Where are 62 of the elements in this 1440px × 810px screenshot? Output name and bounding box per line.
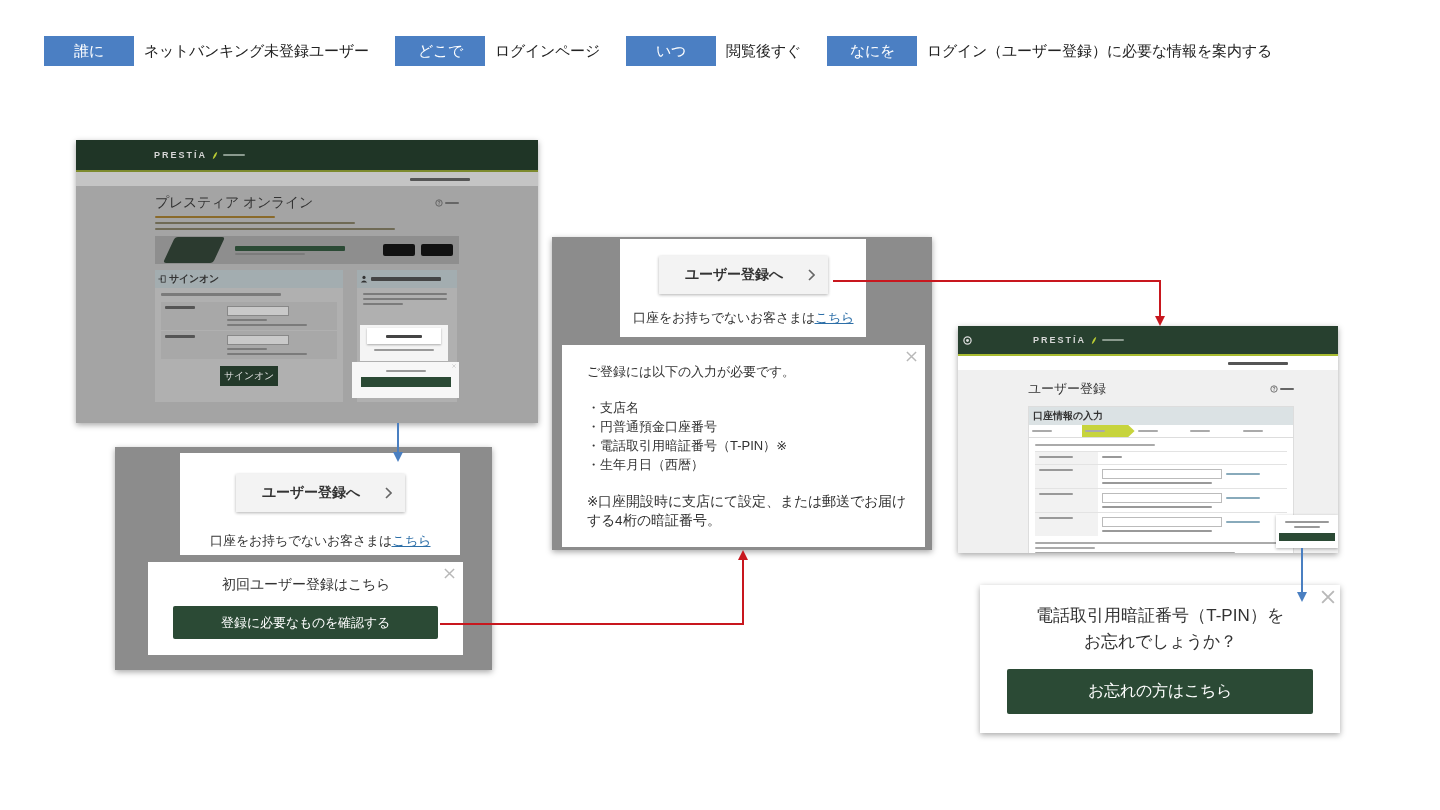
connector-arrow: [393, 422, 403, 462]
help-icon: [435, 199, 443, 207]
door-arrow-icon: [158, 275, 166, 283]
close-icon: [444, 568, 455, 579]
chevron-icon: [384, 487, 392, 499]
list-item: ・円普通預金口座番号: [587, 418, 718, 435]
circle-icon: [963, 335, 972, 345]
input-field[interactable]: [1102, 493, 1222, 503]
register-button[interactable]: ユーザー登録へ: [658, 256, 828, 294]
confirm-button[interactable]: 登録に必要なものを確認する: [173, 606, 438, 639]
popup-text: ご登録には以下の入力が必要です。: [587, 363, 796, 381]
input-field[interactable]: [1102, 469, 1222, 479]
store-badge[interactable]: [421, 244, 453, 256]
tag-text: ログイン（ユーザー登録）に必要な情報を案内する: [927, 41, 1272, 61]
no-account-text: 口座をお持ちでないお客さまはこちら: [632, 309, 854, 327]
panel-heading-text: サインオン: [169, 272, 219, 286]
forgot-button[interactable]: [1279, 533, 1335, 541]
register-button[interactable]: [367, 328, 441, 344]
footnote-text: ※口座開設時に支店にて設定、または郵送でお届けする4桁の暗証番号。: [587, 493, 908, 530]
input-field[interactable]: [227, 306, 289, 316]
illegible-text: [410, 177, 470, 181]
help-icon: [1270, 385, 1278, 393]
link[interactable]: こちら: [814, 310, 854, 325]
confirm-button[interactable]: [360, 377, 451, 387]
tag-label: なにを: [827, 36, 917, 66]
section-heading: 口座情報の入力: [1029, 407, 1293, 425]
list-item: ・生年月日（西暦）: [587, 456, 705, 473]
list-item: ・支店名: [587, 399, 640, 416]
register-button[interactable]: ユーザー登録へ: [235, 474, 405, 512]
link[interactable]: こちら: [391, 533, 431, 548]
input-field[interactable]: [1102, 517, 1222, 527]
input-field[interactable]: [227, 335, 289, 345]
forgot-button[interactable]: お忘れの方はこちら: [1007, 669, 1313, 714]
illegible-text: [386, 334, 422, 338]
tag-text: 閲覧後すぐ: [726, 41, 801, 61]
illegible-text: [1228, 361, 1288, 365]
no-account-text: 口座をお持ちでないお客さまはこちら: [209, 532, 431, 550]
illegible-text: [165, 306, 195, 309]
popup-text: 電話取引用暗証番号（T-PIN）をお忘れでしょうか？: [1035, 605, 1285, 653]
person-icon: [360, 275, 368, 283]
popup-title: 初回ユーザー登録はこちら: [221, 576, 390, 594]
tag-label: いつ: [626, 36, 716, 66]
close-icon: [906, 351, 917, 362]
tag-text: ログインページ: [495, 41, 600, 61]
page-title: ユーザー登録: [1028, 380, 1106, 398]
close-icon: [452, 364, 456, 368]
tag-label: 誰に: [44, 36, 134, 66]
tag-text: ネットバンキング未登録ユーザー: [144, 41, 369, 61]
illegible-text: [165, 335, 195, 338]
leaf-icon: [212, 150, 218, 160]
close-icon: [1321, 590, 1335, 604]
connector-arrow: [1297, 547, 1307, 602]
chevron-icon: [807, 269, 815, 281]
tag-label: どこで: [395, 36, 485, 66]
page-title: プレスティア オンライン: [155, 194, 313, 212]
signon-button[interactable]: サインオン: [220, 366, 278, 386]
leaf-icon: [1091, 335, 1097, 345]
illegible-text: [371, 277, 441, 281]
logo-text: PRESTÍA: [1033, 335, 1086, 345]
logo-text: PRESTÍA: [154, 150, 207, 160]
list-item: ・電話取引用暗証番号（T-PIN）※: [587, 437, 789, 454]
store-badge[interactable]: [383, 244, 415, 256]
